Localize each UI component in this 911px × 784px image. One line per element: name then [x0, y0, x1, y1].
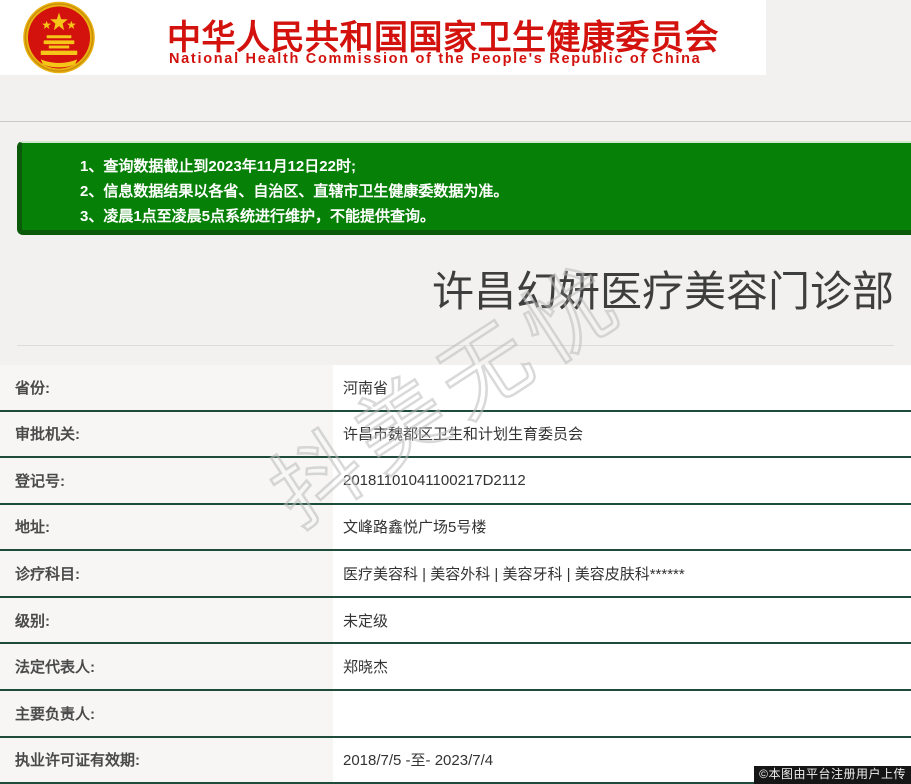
upload-copyright-badge: ©本图由平台注册用户上传	[754, 766, 911, 784]
row-value: 20181101041100217D2112	[333, 458, 911, 503]
row-value: 文峰路鑫悦广场5号楼	[333, 504, 911, 550]
row-value: 郑晓杰	[333, 644, 911, 689]
row-label: 审批机关:	[0, 411, 333, 457]
table-row: 省份: 河南省	[0, 365, 911, 412]
site-header: 中华人民共和国国家卫生健康委员会 National Health Commiss…	[0, 0, 766, 75]
table-row: 登记号: 20181101041100217D2112	[0, 458, 911, 505]
row-label: 地址:	[0, 504, 333, 550]
notice-box: 1、查询数据截止到2023年11月12日22时; 2、信息数据结果以各省、自治区…	[17, 141, 911, 235]
institution-info-table: 省份: 河南省 审批机关: 许昌市魏都区卫生和计划生育委员会 登记号: 2018…	[0, 365, 911, 784]
header-divider	[0, 121, 911, 122]
table-row: 级别: 未定级	[0, 597, 911, 645]
table-row: 主要负责人:	[0, 690, 911, 738]
table-row: 审批机关: 许昌市魏都区卫生和计划生育委员会	[0, 411, 911, 459]
table-row: 地址: 文峰路鑫悦广场5号楼	[0, 504, 911, 552]
row-value: 未定级	[333, 597, 911, 643]
china-national-emblem-icon	[23, 1, 95, 74]
institution-name-title: 许昌幻妍医疗美容门诊部	[431, 268, 894, 315]
header-title-en: National Health Commission of the People…	[169, 51, 702, 67]
notice-item: 1、查询数据截止到2023年11月12日22时;	[80, 158, 356, 175]
table-row: 诊疗科目: 医疗美容科 | 美容外科 | 美容牙科 | 美容皮肤科******	[0, 551, 911, 598]
row-value: 许昌市魏都区卫生和计划生育委员会	[333, 411, 911, 457]
row-value: 河南省	[333, 365, 911, 410]
page: 中华人民共和国国家卫生健康委员会 National Health Commiss…	[0, 0, 911, 784]
row-value: 医疗美容科 | 美容外科 | 美容牙科 | 美容皮肤科******	[333, 551, 911, 596]
row-label: 登记号:	[0, 458, 333, 503]
row-label: 省份:	[0, 365, 333, 410]
row-value	[333, 690, 911, 736]
title-divider	[17, 345, 894, 346]
row-label: 主要负责人:	[0, 690, 333, 736]
row-label: 法定代表人:	[0, 644, 333, 689]
notice-item: 2、信息数据结果以各省、自治区、直辖市卫生健康委数据为准。	[80, 183, 509, 200]
notice-item: 3、凌晨1点至凌晨5点系统进行维护，不能提供查询。	[80, 208, 436, 225]
row-label: 执业许可证有效期:	[0, 737, 333, 783]
row-label: 级别:	[0, 597, 333, 643]
row-label: 诊疗科目:	[0, 551, 333, 596]
table-row: 法定代表人: 郑晓杰	[0, 644, 911, 691]
